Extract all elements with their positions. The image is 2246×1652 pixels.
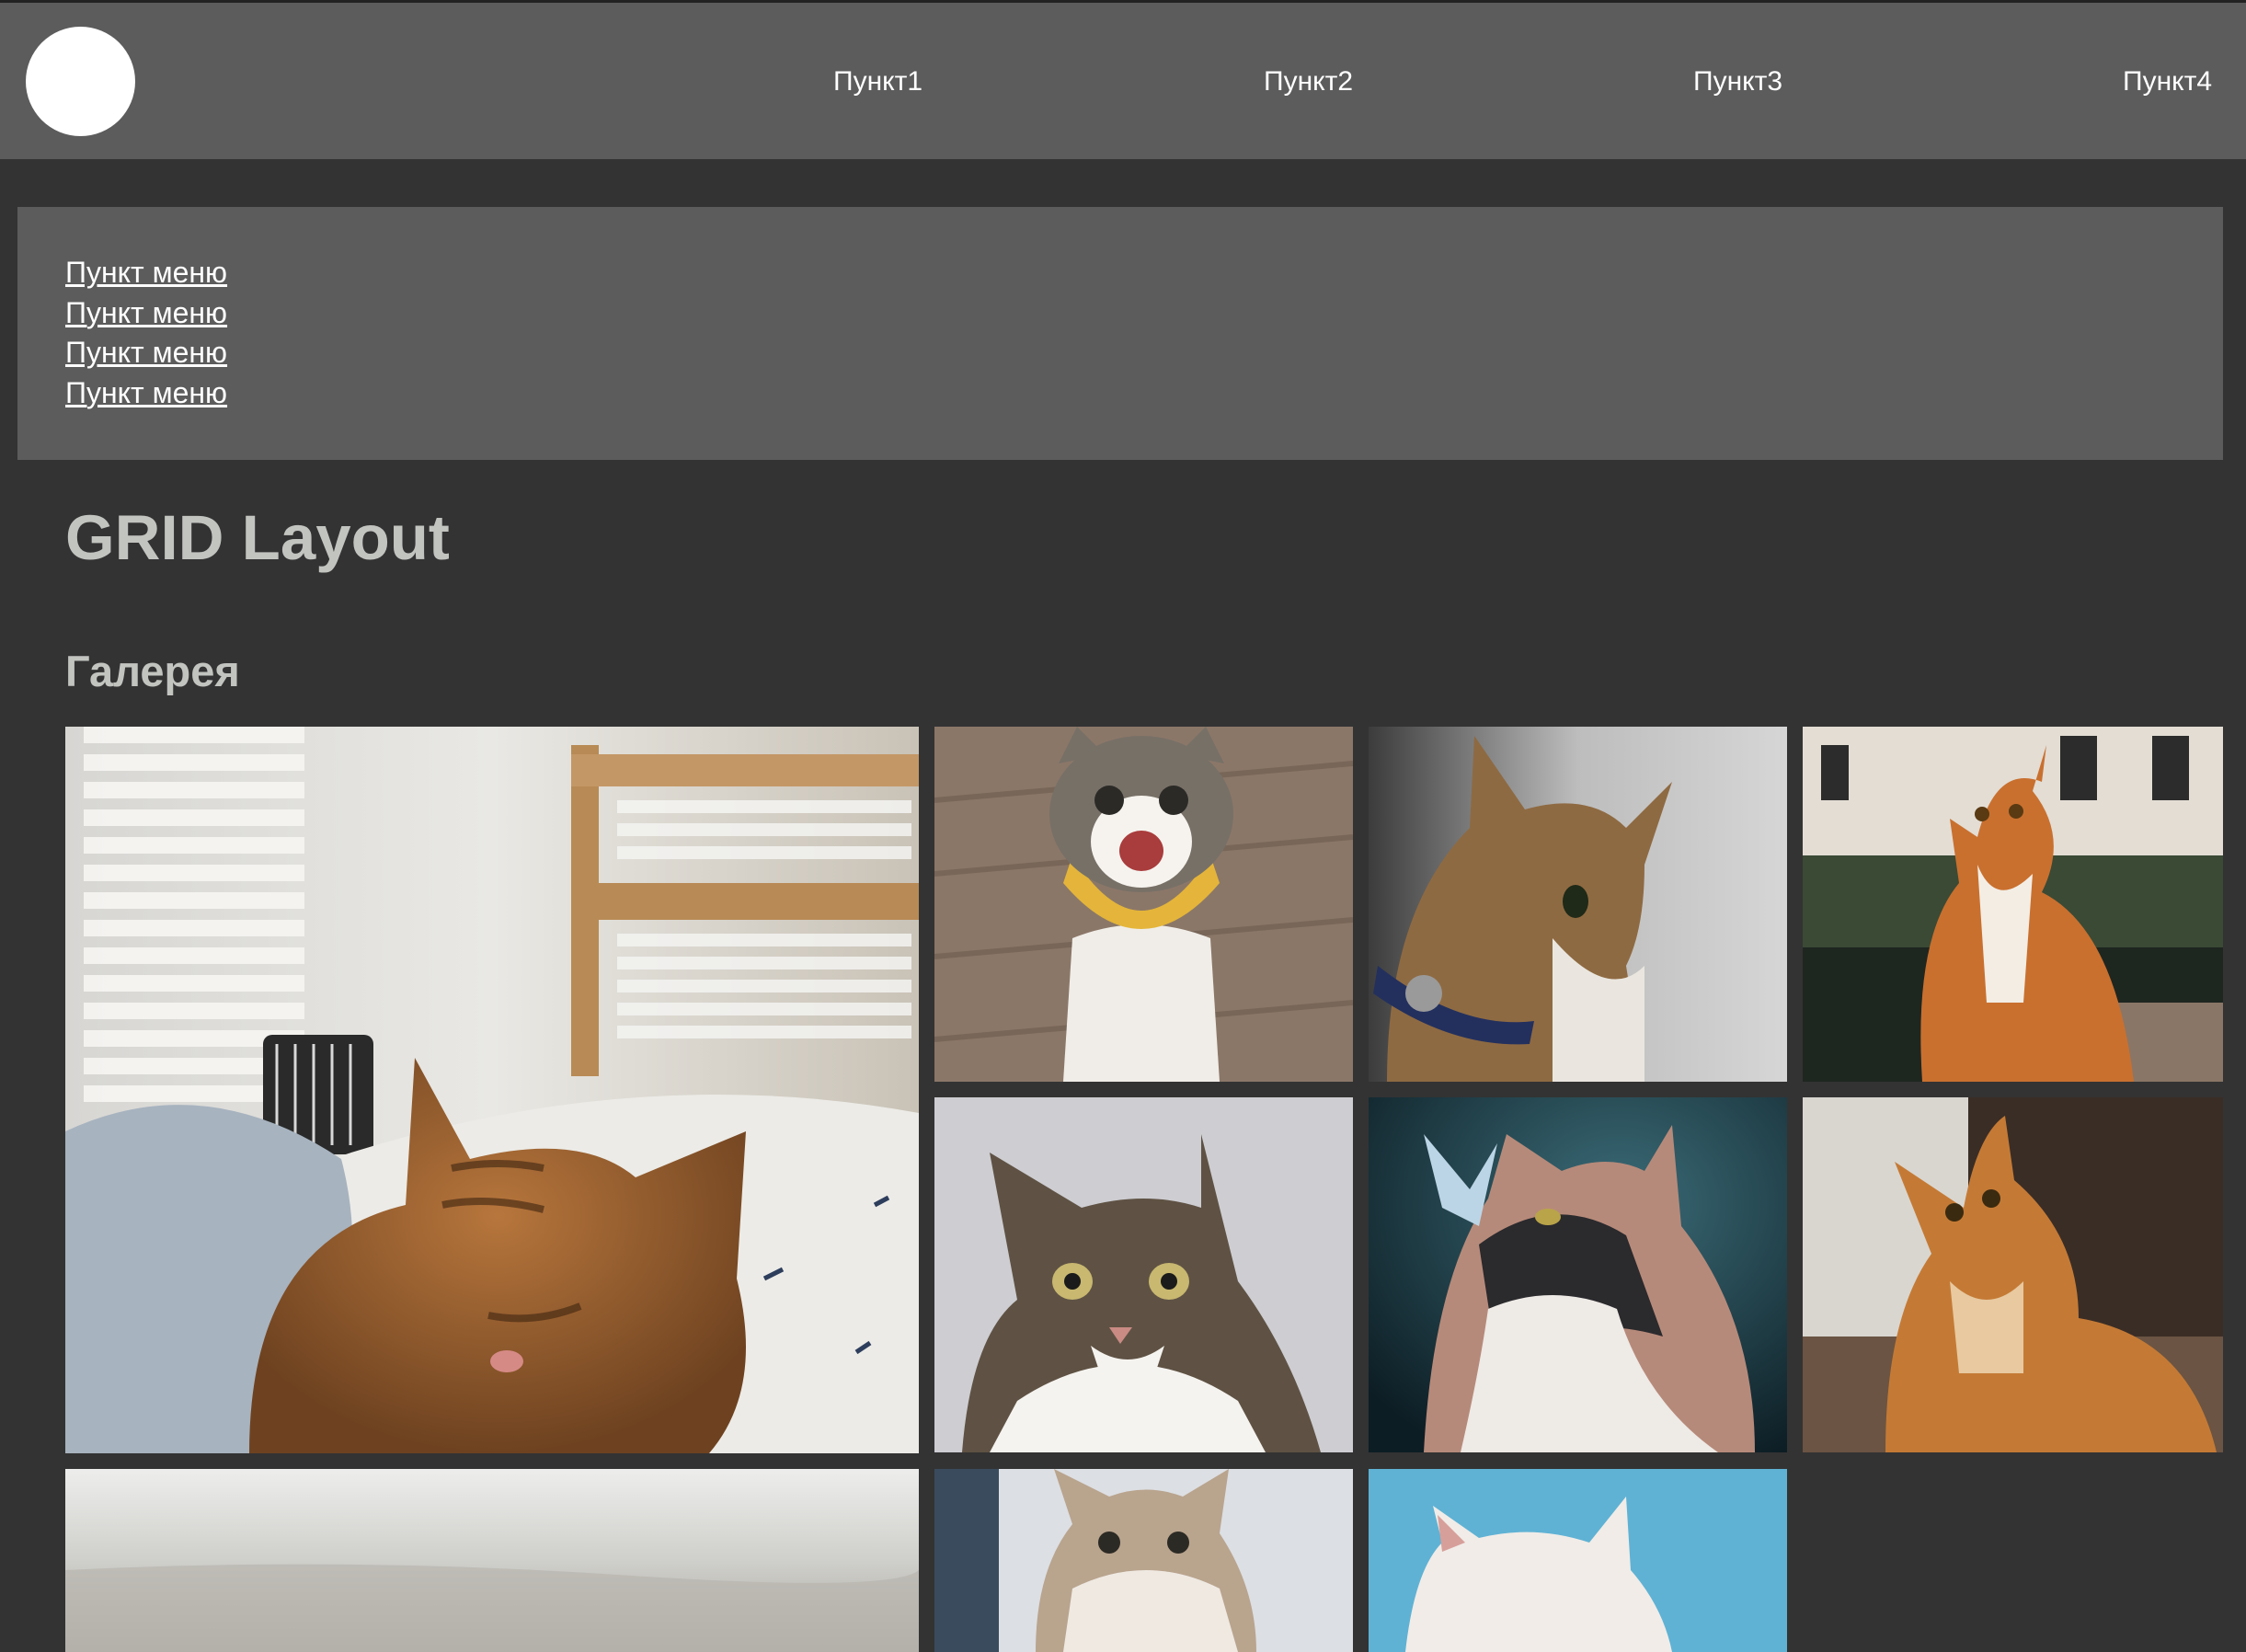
side-menu: Пункт меню Пункт меню Пункт меню Пункт м… — [17, 207, 2223, 460]
gallery-image-ginger-cat-looking-up[interactable] — [1803, 1097, 2223, 1452]
gallery-image-fluffy-kitten[interactable] — [934, 1469, 1353, 1652]
menu-link-2[interactable]: Пункт меню — [65, 293, 227, 334]
page-title: GRID Layout — [65, 502, 450, 573]
gallery-image-sleeping-cat[interactable] — [65, 727, 919, 1453]
gallery-image-cat-profile[interactable] — [1369, 727, 1787, 1082]
site-header: Пункт1 Пункт2 Пункт3 Пункт4 — [0, 3, 2246, 159]
logo-circle[interactable] — [26, 27, 135, 136]
menu-link-1[interactable]: Пункт меню — [65, 253, 227, 293]
gallery-image-blurred-field[interactable] — [65, 1469, 919, 1652]
menu-link-3[interactable]: Пункт меню — [65, 333, 227, 373]
gallery-image-ginger-cat-sitting[interactable] — [1803, 727, 2223, 1082]
gallery-image-cat-butterfly[interactable] — [1369, 1097, 1787, 1452]
gallery-image-meowing-cat[interactable] — [934, 727, 1353, 1082]
nav-item-4[interactable]: Пункт4 — [2123, 65, 2212, 98]
menu-list: Пункт меню Пункт меню Пункт меню Пункт м… — [65, 253, 227, 413]
nav-item-2[interactable]: Пункт2 — [1264, 65, 1353, 98]
gallery-image-white-cat-blue[interactable] — [1369, 1469, 1787, 1652]
nav-item-1[interactable]: Пункт1 — [833, 65, 922, 98]
gallery-image-tabby-portrait[interactable] — [934, 1097, 1353, 1452]
menu-link-4[interactable]: Пункт меню — [65, 373, 227, 414]
gallery-title: Галерея — [65, 647, 240, 695]
nav-item-3[interactable]: Пункт3 — [1693, 65, 1782, 98]
